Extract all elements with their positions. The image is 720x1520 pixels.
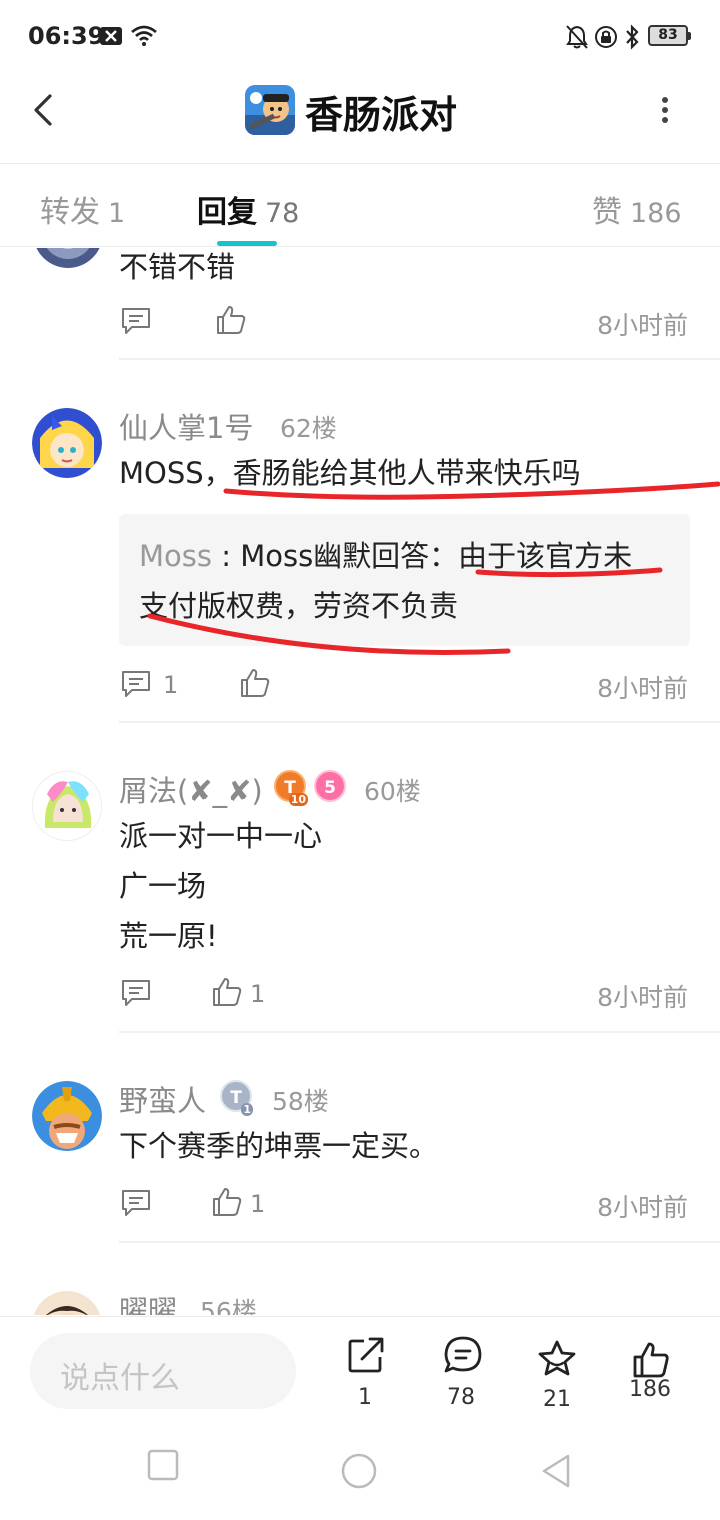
red-underline-annotation [147,481,720,656]
floor-number: 56楼 [200,1297,257,1315]
wifi-icon [130,24,158,50]
active-tab-indicator [217,241,277,246]
tab-bar: 转发 1 回复 78 赞 186 [0,165,720,247]
badge-level: 5 [324,778,336,798]
like-icon[interactable] [211,1186,243,1222]
share-count: 1 [358,1385,372,1410]
reply-count: 1 [163,671,179,699]
floor-number: 58楼 [272,1087,329,1116]
app-logo [245,85,295,135]
avatar[interactable] [32,1081,102,1151]
bottom-action-bar: 说点什么 1 78 21 186 [0,1316,720,1426]
mute-bell-icon [566,25,588,53]
lock-rotation-icon [594,25,618,53]
avatar[interactable] [32,771,102,841]
avatar[interactable] [32,1291,102,1315]
recent-apps-button[interactable] [146,1448,180,1486]
reply-icon[interactable] [120,1188,152,1222]
star-button[interactable] [537,1339,577,1383]
comment-time: 8小时前 [597,674,688,703]
username[interactable]: 曜曜 [119,1288,177,1315]
bluetooth-icon [623,24,641,54]
more-options-button[interactable] [650,90,680,130]
like-count: 1 [250,1190,266,1218]
username[interactable]: 屑法(✘_✘) [119,768,263,810]
floor-number: 60楼 [364,777,421,806]
badge-level: 10 [288,793,308,806]
battery-indicator: 83 [648,25,691,46]
title-bar: 香肠派对 [0,70,720,164]
like-icon[interactable] [211,976,243,1012]
status-time: 06:39 [28,22,105,50]
tab-count: 186 [630,198,682,229]
comment-text-line: 荒一原! [119,919,218,953]
like-count: 186 [629,1377,671,1402]
page-title: 香肠派对 [305,93,458,137]
divider [119,721,720,723]
back-button[interactable] [26,88,66,132]
tab-count: 78 [265,198,300,229]
home-button[interactable] [340,1452,378,1494]
tab-label: 赞 [592,195,622,230]
back-nav-button[interactable] [538,1452,574,1494]
comment-text-line: 广一场 [119,869,207,903]
comment-input-placeholder: 说点什么 [60,1361,180,1396]
comment-button[interactable] [443,1335,483,1379]
tab-label: 转发 [40,195,100,230]
level-badge-icon: 5 [314,770,346,802]
tab-count: 1 [108,198,126,229]
comment-text: 下个赛季的坤票一定买。 [119,1129,439,1163]
tab-replies[interactable]: 回复 78 [197,187,299,231]
like-icon[interactable] [239,667,271,703]
creator-badge-icon: T 10 [274,770,308,806]
tab-label: 回复 [197,195,257,230]
comment-time: 8小时前 [597,1193,688,1222]
divider [119,1241,720,1243]
badge-level: 1 [241,1103,253,1116]
comment-input[interactable]: 说点什么 [30,1333,296,1409]
system-nav-bar [0,1426,720,1520]
notification-x-icon [100,27,122,49]
comment-count: 78 [447,1385,475,1410]
divider [119,1031,720,1033]
like-count: 1 [250,980,266,1008]
status-bar: 06:39 83 [0,0,720,70]
tab-reposts[interactable]: 转发 1 [40,187,125,231]
tab-likes[interactable]: 赞 186 [592,187,682,231]
comment-list[interactable]: 不错不错 8小时前 仙人掌1号 62楼 MOSS，香肠能给其他人带来快乐吗 Mo… [0,248,720,1315]
comment-text-line: 派一对一中一心 [119,819,323,853]
badge-letter: T [230,1088,242,1108]
creator-badge-icon: T1 [220,1080,253,1116]
username[interactable]: 野蛮人 [119,1078,206,1120]
share-button[interactable] [346,1335,386,1379]
reply-icon[interactable] [120,669,152,703]
comment-time: 8小时前 [597,983,688,1012]
reply-icon[interactable] [120,978,152,1012]
star-count: 21 [543,1387,571,1412]
